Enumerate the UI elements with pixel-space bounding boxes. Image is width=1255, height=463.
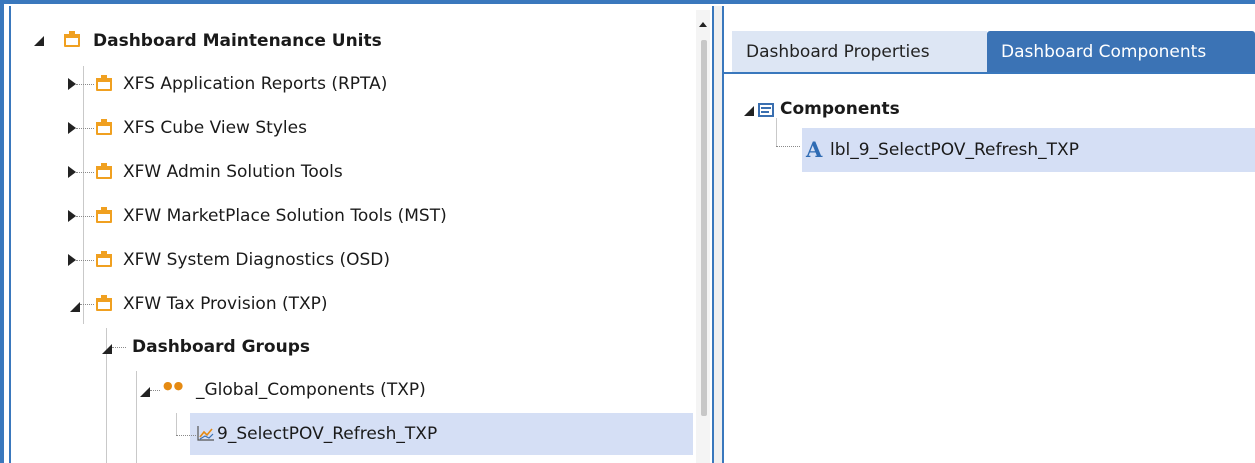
tree-guide-line — [176, 413, 177, 435]
collapse-arrow-icon[interactable] — [70, 302, 80, 312]
dashboard-group-icon: ●● — [163, 379, 185, 392]
tree-item-dashboard-label[interactable]: 9_SelectPOV_Refresh_TXP — [217, 421, 437, 447]
tree-connector — [776, 146, 800, 148]
tab-dashboard-properties[interactable]: Dashboard Properties — [732, 31, 987, 73]
tree-root-dashboard-maintenance-units[interactable]: Dashboard Maintenance Units — [93, 28, 382, 54]
scroll-up-arrow-icon[interactable] — [699, 22, 707, 27]
collapse-arrow-icon[interactable] — [102, 344, 112, 354]
folder-icon — [64, 31, 80, 47]
component-item-label[interactable]: lbl_9_SelectPOV_Refresh_TXP — [830, 137, 1079, 163]
tree-connector — [76, 260, 94, 262]
label-component-icon: A — [806, 137, 823, 162]
tree-connector — [150, 390, 160, 392]
expand-arrow-icon[interactable] — [68, 254, 76, 266]
frame-border-top — [0, 0, 1255, 4]
collapse-arrow-icon[interactable] — [34, 36, 44, 46]
components-list-icon — [758, 103, 774, 117]
tree-connector — [76, 128, 94, 130]
tree-vertical-scrollbar[interactable] — [696, 10, 710, 463]
tree-connector — [76, 84, 94, 86]
tab-strip: Dashboard Properties Dashboard Component… — [724, 6, 1255, 73]
folder-icon — [96, 75, 112, 91]
tree-guide-line — [83, 66, 84, 324]
tree-item-xfs-cube-view-styles[interactable]: XFS Cube View Styles — [123, 115, 307, 141]
expand-arrow-icon[interactable] — [68, 166, 76, 178]
collapse-arrow-icon[interactable] — [140, 387, 150, 397]
scroll-thumb[interactable] — [701, 40, 707, 416]
folder-icon — [96, 295, 112, 311]
window-frame: Dashboard Maintenance Units XFS Applicat… — [0, 0, 1255, 463]
folder-icon — [96, 207, 112, 223]
tree-guide-line — [776, 118, 777, 146]
folder-icon — [96, 251, 112, 267]
tree-item-xfw-admin-solution-tools[interactable]: XFW Admin Solution Tools — [123, 159, 343, 185]
components-header[interactable]: Components — [780, 96, 900, 122]
maintenance-units-tree[interactable]: Dashboard Maintenance Units XFS Applicat… — [14, 8, 714, 463]
tree-connector — [76, 172, 94, 174]
tree-connector — [76, 216, 94, 218]
pane-splitter[interactable] — [712, 6, 724, 463]
tree-connector — [112, 347, 126, 349]
tree-item-xfs-application-reports[interactable]: XFS Application Reports (RPTA) — [123, 71, 387, 97]
tree-guide-line — [136, 371, 137, 463]
components-tree[interactable]: Components A lbl_9_SelectPOV_Refresh_TXP — [724, 74, 1255, 463]
tree-item-xfw-system-diagnostics[interactable]: XFW System Diagnostics (OSD) — [123, 247, 390, 273]
folder-icon — [96, 163, 112, 179]
frame-border-left — [0, 0, 4, 463]
tree-connector — [176, 435, 196, 437]
folder-icon — [96, 119, 112, 135]
tree-item-xfw-marketplace-solution-tools[interactable]: XFW MarketPlace Solution Tools (MST) — [123, 203, 447, 229]
dashboard-chart-icon — [197, 426, 214, 441]
tab-dashboard-components[interactable]: Dashboard Components — [987, 31, 1255, 73]
tree-item-global-components[interactable]: _Global_Components (TXP) — [196, 377, 426, 403]
tree-item-dashboard-groups[interactable]: Dashboard Groups — [132, 334, 310, 360]
expand-arrow-icon[interactable] — [68, 210, 76, 222]
dashboard-detail-pane: Dashboard Properties Dashboard Component… — [724, 6, 1255, 463]
frame-border-inner — [9, 6, 11, 463]
collapse-arrow-icon[interactable] — [744, 106, 754, 116]
tree-connector — [80, 304, 94, 306]
expand-arrow-icon[interactable] — [68, 122, 76, 134]
expand-arrow-icon[interactable] — [68, 78, 76, 90]
tree-item-xfw-tax-provision[interactable]: XFW Tax Provision (TXP) — [123, 291, 328, 317]
